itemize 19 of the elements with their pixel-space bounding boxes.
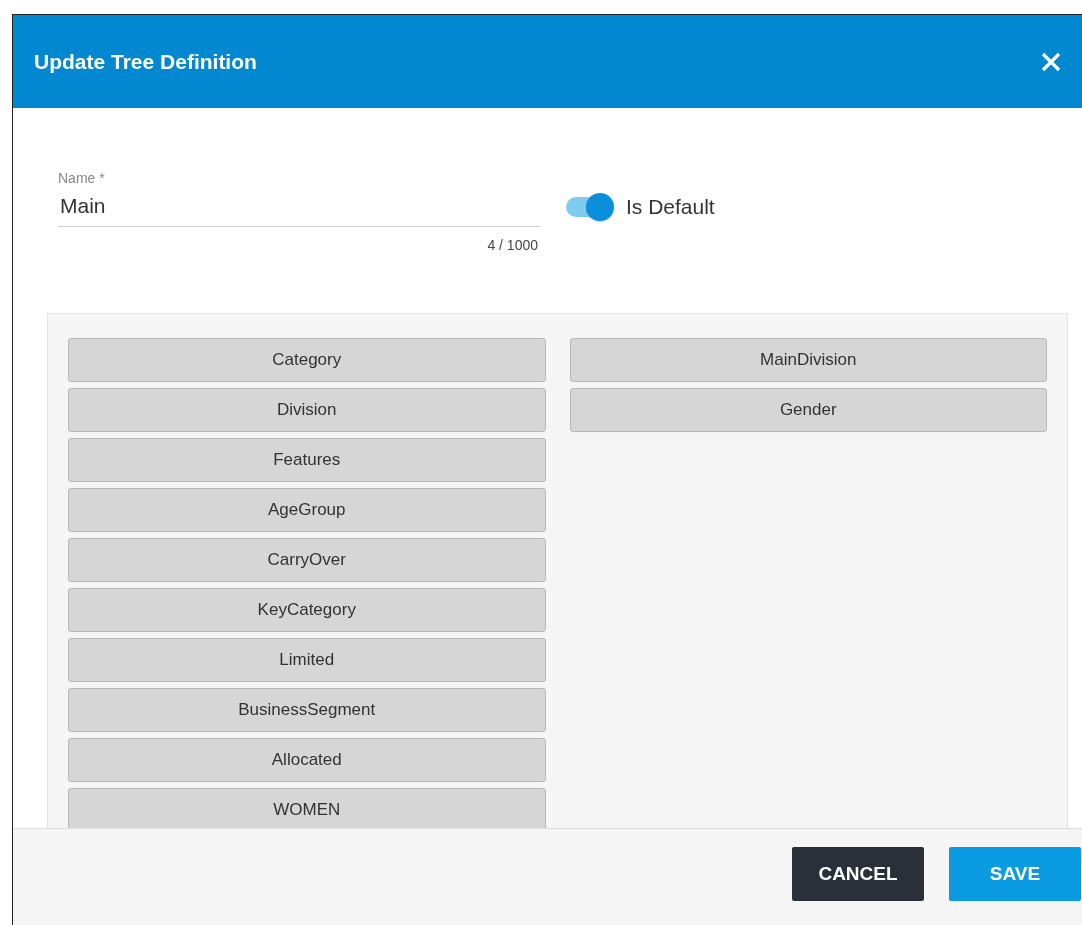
field-chip[interactable]: Limited bbox=[68, 638, 546, 682]
field-chip[interactable]: CarryOver bbox=[68, 538, 546, 582]
close-icon bbox=[1040, 50, 1062, 73]
field-chip[interactable]: MainDivision bbox=[569, 338, 1047, 382]
field-label: Name * bbox=[58, 170, 106, 186]
field-chip[interactable]: Features bbox=[68, 438, 546, 482]
close-button[interactable] bbox=[1040, 50, 1062, 73]
field-chip[interactable]: KeyCategory bbox=[68, 588, 546, 632]
field-chip[interactable]: Gender bbox=[569, 388, 1047, 432]
character-counter: 4 / 1000 bbox=[487, 237, 539, 253]
field-chip[interactable]: WOMEN bbox=[68, 788, 546, 828]
field-chip[interactable]: Allocated bbox=[68, 738, 546, 782]
field-chip[interactable]: Division bbox=[68, 388, 546, 432]
cancel-button[interactable]: CANCEL bbox=[792, 847, 924, 901]
field-chip[interactable]: BusinessSegment bbox=[68, 688, 546, 732]
field-chip[interactable]: Category bbox=[68, 338, 546, 382]
field-chip[interactable]: AgeGroup bbox=[68, 488, 546, 532]
toggle-label: Is Default bbox=[626, 195, 715, 219]
dialog-title: Update Tree Definition bbox=[34, 49, 257, 74]
